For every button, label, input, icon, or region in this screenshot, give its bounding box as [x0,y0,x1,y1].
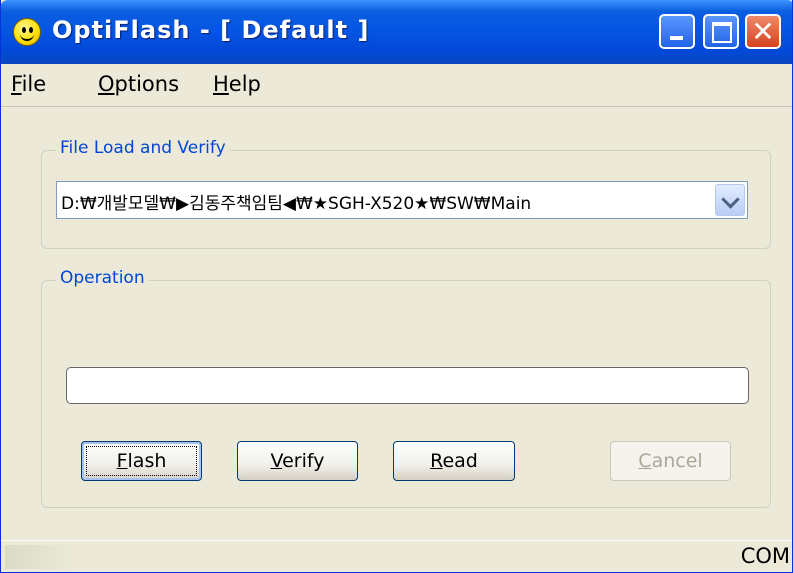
file-load-legend: File Load and Verify [56,138,230,158]
status-panel-left [5,545,75,569]
maximize-icon [712,22,732,43]
progress-bar [66,367,749,404]
status-bar: COM [1,540,792,572]
menu-help[interactable]: Help [213,72,261,96]
minimize-icon [670,36,683,40]
close-icon: ✕ [751,15,775,48]
menu-options[interactable]: Options [98,72,179,96]
maximize-button[interactable] [703,14,739,49]
verify-button[interactable]: Verify [237,441,358,481]
smiley-face-icon[interactable] [13,18,41,46]
dropdown-button[interactable] [715,184,745,216]
operation-legend: Operation [56,268,149,288]
close-button[interactable]: ✕ [745,14,781,49]
status-port-text: COM [740,544,790,568]
file-path-combobox[interactable]: D:₩개발모델₩▶김동주책임팀◀₩★SGH-X520★₩SW₩Main [56,181,748,219]
flash-button[interactable]: Flash [81,441,202,481]
minimize-button[interactable] [659,14,695,49]
file-path-value: D:₩개발모델₩▶김동주책임팀◀₩★SGH-X520★₩SW₩Main [61,194,532,214]
title-bar[interactable]: OptiFlash - [ Default ] ✕ [1,0,792,64]
main-window: OptiFlash - [ Default ] ✕ File Options H… [0,0,793,573]
chevron-down-icon [721,190,740,209]
menu-file[interactable]: File [11,72,46,96]
read-button[interactable]: Read [393,441,515,481]
menu-bar: File Options Help [1,64,792,107]
cancel-button[interactable]: Cancel [610,441,731,481]
window-title: OptiFlash - [ Default ] [52,16,370,44]
